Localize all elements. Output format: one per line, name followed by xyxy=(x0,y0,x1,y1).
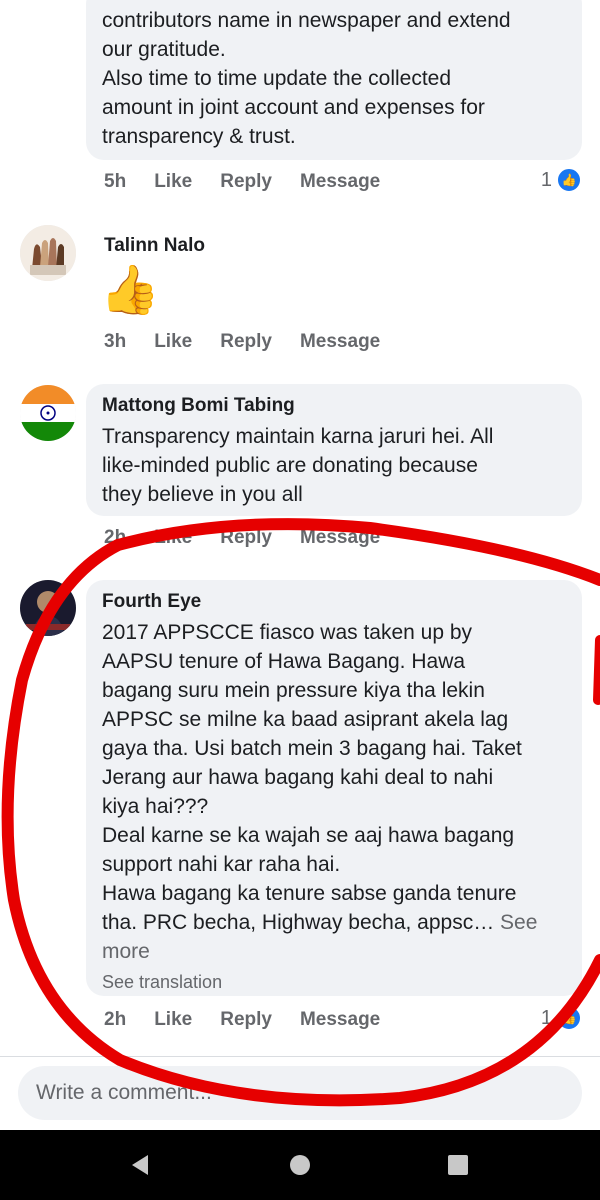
comment-time: 2h xyxy=(104,1009,127,1030)
comment-time: 2h xyxy=(104,527,127,548)
like-button[interactable]: Like xyxy=(154,171,192,193)
like-reaction-icon: 👍 xyxy=(556,167,582,193)
like-reaction-icon: 👍 xyxy=(556,1005,582,1031)
reaction-count: 1 xyxy=(540,168,552,191)
comment-input[interactable]: Write a comment... xyxy=(18,1066,582,1120)
comment-actions: 2h Like Reply Message xyxy=(104,1005,408,1035)
comment-bubble: contributors name in newspaper and exten… xyxy=(86,0,582,160)
thumbs-up-icon: 👍 xyxy=(100,264,160,317)
system-nav-bar xyxy=(0,1130,600,1200)
comment-text: 2017 APPSCCE fiasco was taken up by AAPS… xyxy=(102,618,564,966)
reply-button[interactable]: Reply xyxy=(220,331,272,353)
like-button[interactable]: Like xyxy=(154,1009,192,1031)
message-button[interactable]: Message xyxy=(300,171,380,193)
comment-actions: 5h Like Reply Message xyxy=(104,167,408,197)
home-icon[interactable] xyxy=(285,1150,315,1180)
comment-text: Transparency maintain karna jaruri hei. … xyxy=(102,425,494,506)
comment-actions: 3h Like Reply Message xyxy=(104,327,408,357)
avatar[interactable] xyxy=(20,225,76,281)
reply-button[interactable]: Reply xyxy=(220,527,272,549)
recents-icon[interactable] xyxy=(443,1150,473,1180)
like-button[interactable]: Like xyxy=(154,331,192,353)
comment-time: 5h xyxy=(104,171,127,192)
comment-author[interactable]: Mattong Bomi Tabing xyxy=(102,394,564,418)
avatar[interactable] xyxy=(20,385,76,441)
comment-actions: 2h Like Reply Message xyxy=(104,523,408,553)
comment-bubble: Mattong Bomi Tabing Transparency maintai… xyxy=(86,384,582,516)
message-button[interactable]: Message xyxy=(300,527,380,549)
message-button[interactable]: Message xyxy=(300,1009,380,1031)
comment-bubble: Fourth Eye 2017 APPSCCE fiasco was taken… xyxy=(86,580,582,996)
comment-input-placeholder: Write a comment... xyxy=(36,1081,212,1104)
like-button[interactable]: Like xyxy=(154,527,192,549)
message-button[interactable]: Message xyxy=(300,331,380,353)
see-translation-link[interactable]: See translation xyxy=(102,970,564,994)
reply-button[interactable]: Reply xyxy=(220,1009,272,1031)
comment-text: contributors name in newspaper and exten… xyxy=(102,9,511,148)
avatar[interactable] xyxy=(20,580,76,636)
comment-body: 2017 APPSCCE fiasco was taken up by AAPS… xyxy=(102,621,522,934)
back-icon[interactable] xyxy=(126,1150,156,1180)
comment-author[interactable]: Fourth Eye xyxy=(102,590,564,614)
reaction-count: 1 xyxy=(540,1006,552,1029)
india-flag-icon xyxy=(20,385,76,441)
reaction-summary[interactable]: 1 👍 xyxy=(541,167,582,193)
divider xyxy=(0,1056,600,1057)
reaction-summary[interactable]: 1 👍 xyxy=(541,1005,582,1031)
comment-time: 3h xyxy=(104,331,127,352)
comment-author[interactable]: Talinn Nalo xyxy=(104,234,205,258)
reply-button[interactable]: Reply xyxy=(220,171,272,193)
